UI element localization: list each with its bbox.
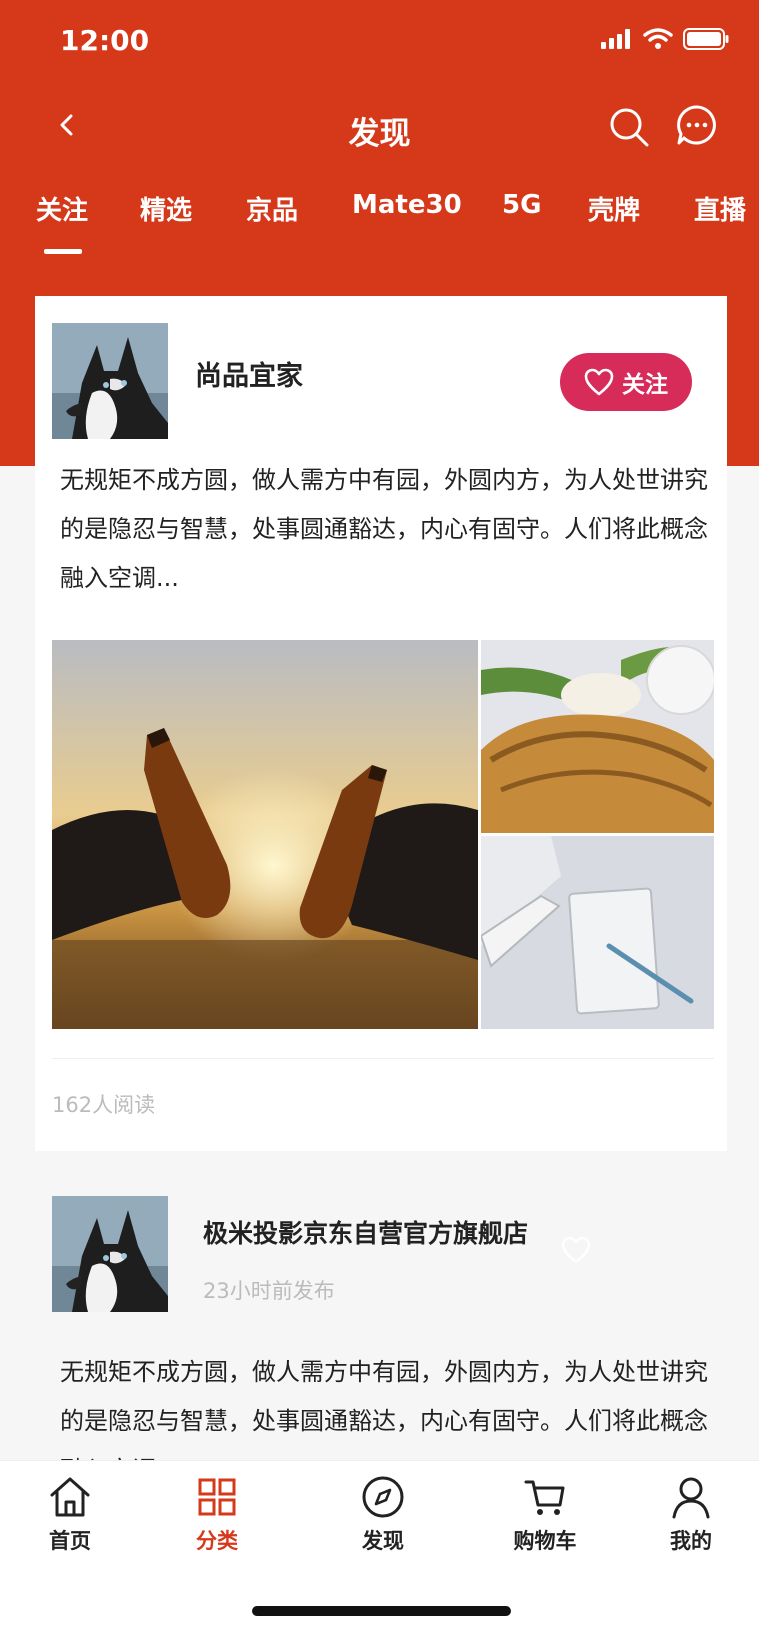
follow-button[interactable]: 关注 — [560, 353, 692, 411]
tab-5g[interactable]: 5G — [502, 190, 541, 220]
post-text[interactable]: 无规矩不成方圆，做人需方中有园，外圆内方，为人处世讲究的是隐忍与智慧，处事圆通豁… — [60, 1348, 710, 1460]
status-icons — [601, 28, 729, 50]
tab-jingpin[interactable]: 京品 — [246, 190, 298, 227]
avatar[interactable] — [52, 1196, 168, 1312]
heart-icon[interactable] — [561, 1235, 591, 1265]
tab-shell[interactable]: 壳牌 — [588, 190, 640, 227]
tabbar-cart[interactable]: 购物车 — [490, 1475, 600, 1555]
follow-label: 关注 — [622, 372, 668, 398]
home-icon — [50, 1477, 90, 1517]
tabbar-label: 分类 — [196, 1529, 238, 1553]
user-icon — [672, 1477, 710, 1519]
cart-icon — [524, 1480, 565, 1515]
tabbar-me[interactable]: 我的 — [636, 1475, 746, 1555]
heart-icon — [584, 368, 614, 396]
grid-icon — [198, 1478, 236, 1516]
card-divider — [52, 1058, 714, 1059]
wifi-icon — [643, 28, 673, 49]
tabbar-label: 发现 — [362, 1529, 404, 1553]
tab-featured[interactable]: 精选 — [140, 190, 192, 227]
avatar[interactable] — [52, 323, 168, 439]
post-image-notebook[interactable] — [481, 836, 714, 1029]
category-tabs: 关注 精选 京品 Mate30 5G 壳牌 直播 — [0, 190, 759, 260]
status-time: 12:00 — [60, 24, 150, 57]
tab-follow[interactable]: 关注 — [36, 190, 88, 227]
tabbar-label: 首页 — [49, 1529, 91, 1553]
message-icon[interactable] — [676, 104, 718, 146]
post-image-croissant[interactable] — [481, 640, 714, 833]
tabbar-label: 我的 — [670, 1529, 712, 1553]
active-tab-indicator — [44, 249, 82, 254]
post-image-sunset-toast[interactable] — [52, 640, 478, 1029]
search-icon[interactable] — [608, 106, 650, 148]
tabbar-home[interactable]: 首页 — [15, 1475, 125, 1555]
author-name[interactable]: 极米投影京东自营官方旗舰店 — [203, 1214, 528, 1250]
tabbar-discover[interactable]: 发现 — [328, 1475, 438, 1555]
compass-icon — [362, 1476, 404, 1518]
tab-live[interactable]: 直播 — [694, 190, 746, 227]
discover-page: 12:00 发现 关注 精选 京品 Mate30 5G 壳牌 直播 尚品宜家 关… — [0, 0, 759, 1638]
author-name[interactable]: 尚品宜家 — [195, 354, 303, 393]
home-indicator — [252, 1606, 511, 1616]
read-count: 162人阅读 — [52, 1093, 156, 1117]
post-text[interactable]: 无规矩不成方圆，做人需方中有园，外圆内方，为人处世讲究的是隐忍与智慧，处事圆通豁… — [60, 456, 710, 603]
tab-mate30[interactable]: Mate30 — [352, 190, 462, 220]
post-time: 23小时前发布 — [203, 1279, 335, 1303]
tabbar-label: 购物车 — [513, 1529, 577, 1553]
signal-icon — [601, 29, 630, 49]
tabbar-category[interactable]: 分类 — [162, 1475, 272, 1555]
battery-icon — [683, 28, 729, 50]
post-card[interactable]: 尚品宜家 关注 无规矩不成方圆，做人需方中有园，外圆内方，为人处世讲究的是隐忍与… — [35, 296, 727, 1151]
